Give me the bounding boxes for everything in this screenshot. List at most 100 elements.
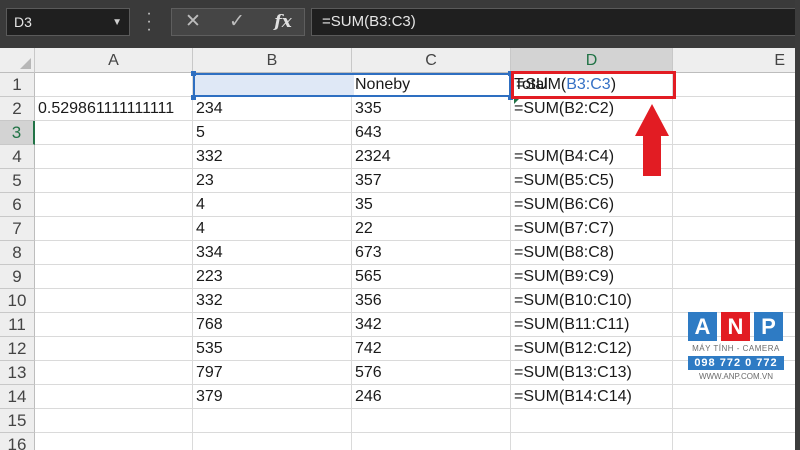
cell-b12[interactable]: 535: [193, 337, 352, 361]
cell-a14[interactable]: [35, 385, 193, 409]
cell-d12[interactable]: =SUM(B12:C12): [511, 337, 673, 361]
cell-b3[interactable]: 5: [193, 121, 352, 145]
cell-a6[interactable]: [35, 193, 193, 217]
cell-b4[interactable]: 332: [193, 145, 352, 169]
cell-b15[interactable]: [193, 409, 352, 433]
cell-a15[interactable]: [35, 409, 193, 433]
cell-a8[interactable]: [35, 241, 193, 265]
cell-c16[interactable]: [352, 433, 511, 450]
cell-c10[interactable]: 356: [352, 289, 511, 313]
more-options-icon[interactable]: · · ·: [144, 6, 154, 38]
row-header-9[interactable]: 9: [0, 265, 35, 289]
cell-e3[interactable]: [673, 121, 800, 145]
row-header-8[interactable]: 8: [0, 241, 35, 265]
row-header-10[interactable]: 10: [0, 289, 35, 313]
cell-e6[interactable]: [673, 193, 800, 217]
column-header-a[interactable]: A: [35, 48, 193, 73]
cell-a1[interactable]: [35, 73, 193, 97]
cell-d11[interactable]: =SUM(B11:C11): [511, 313, 673, 337]
formula-input[interactable]: =SUM(B3:C3): [311, 8, 800, 36]
column-header-c[interactable]: C: [352, 48, 511, 73]
cell-d10[interactable]: =SUM(B10:C10): [511, 289, 673, 313]
cell-e4[interactable]: [673, 145, 800, 169]
cell-b10[interactable]: 332: [193, 289, 352, 313]
cell-e9[interactable]: [673, 265, 800, 289]
cell-b13[interactable]: 797: [193, 361, 352, 385]
cell-c13[interactable]: 576: [352, 361, 511, 385]
row-header-3[interactable]: 3: [0, 121, 35, 145]
cell-d7[interactable]: =SUM(B7:C7): [511, 217, 673, 241]
cell-c1[interactable]: Noneby: [352, 73, 511, 97]
column-header-e[interactable]: E: [673, 48, 800, 73]
cell-e15[interactable]: [673, 409, 800, 433]
cell-c11[interactable]: 342: [352, 313, 511, 337]
cell-c5[interactable]: 357: [352, 169, 511, 193]
check-icon[interactable]: ✓: [224, 8, 250, 36]
cell-e1[interactable]: [673, 73, 800, 97]
row-header-1[interactable]: 1: [0, 73, 35, 97]
range-handle-bottom-left[interactable]: [191, 95, 196, 100]
cell-e10[interactable]: [673, 289, 800, 313]
cell-b7[interactable]: 4: [193, 217, 352, 241]
cell-a12[interactable]: [35, 337, 193, 361]
cell-b5[interactable]: 23: [193, 169, 352, 193]
cell-c4[interactable]: 2324: [352, 145, 511, 169]
cell-e7[interactable]: [673, 217, 800, 241]
select-all-button[interactable]: [0, 48, 35, 73]
row-header-5[interactable]: 5: [0, 169, 35, 193]
cell-b2[interactable]: 234: [193, 97, 352, 121]
cell-d13[interactable]: =SUM(B13:C13): [511, 361, 673, 385]
cell-c8[interactable]: 673: [352, 241, 511, 265]
cell-c3[interactable]: 643: [352, 121, 511, 145]
cell-d16[interactable]: [511, 433, 673, 450]
cell-d15[interactable]: [511, 409, 673, 433]
cell-a4[interactable]: [35, 145, 193, 169]
cell-a3[interactable]: [35, 121, 193, 145]
cell-c15[interactable]: [352, 409, 511, 433]
cell-a7[interactable]: [35, 217, 193, 241]
cell-a16[interactable]: [35, 433, 193, 450]
cell-c6[interactable]: 35: [352, 193, 511, 217]
row-header-11[interactable]: 11: [0, 313, 35, 337]
row-header-4[interactable]: 4: [0, 145, 35, 169]
chevron-down-icon[interactable]: ▼: [112, 10, 122, 36]
cell-a5[interactable]: [35, 169, 193, 193]
cell-c9[interactable]: 565: [352, 265, 511, 289]
cell-c14[interactable]: 246: [352, 385, 511, 409]
row-header-12[interactable]: 12: [0, 337, 35, 361]
row-header-15[interactable]: 15: [0, 409, 35, 433]
cell-c2[interactable]: 335: [352, 97, 511, 121]
cell-a10[interactable]: [35, 289, 193, 313]
cell-d14[interactable]: =SUM(B14:C14): [511, 385, 673, 409]
cell-b11[interactable]: 768: [193, 313, 352, 337]
cell-c7[interactable]: 22: [352, 217, 511, 241]
cell-e16[interactable]: [673, 433, 800, 450]
close-icon[interactable]: ✕: [180, 8, 206, 36]
cell-e8[interactable]: [673, 241, 800, 265]
cell-c12[interactable]: 742: [352, 337, 511, 361]
row-header-7[interactable]: 7: [0, 217, 35, 241]
cell-d9[interactable]: =SUM(B9:C9): [511, 265, 673, 289]
insert-function-button[interactable]: fx: [270, 8, 296, 36]
row-header-14[interactable]: 14: [0, 385, 35, 409]
row-header-13[interactable]: 13: [0, 361, 35, 385]
cell-a2[interactable]: 0.529861111111111: [35, 97, 193, 121]
cell-b14[interactable]: 379: [193, 385, 352, 409]
cell-b9[interactable]: 223: [193, 265, 352, 289]
cell-d6[interactable]: =SUM(B6:C6): [511, 193, 673, 217]
row-header-16[interactable]: 16: [0, 433, 35, 450]
cell-d8[interactable]: =SUM(B8:C8): [511, 241, 673, 265]
cell-e2[interactable]: [673, 97, 800, 121]
cell-b6[interactable]: 4: [193, 193, 352, 217]
cell-a9[interactable]: [35, 265, 193, 289]
cell-e5[interactable]: [673, 169, 800, 193]
active-cell-content[interactable]: =SUM(B3:C3): [516, 73, 616, 97]
range-handle-top-left[interactable]: [191, 71, 196, 76]
cell-b16[interactable]: [193, 433, 352, 450]
name-box[interactable]: D3 ▼: [6, 8, 130, 36]
row-header-6[interactable]: 6: [0, 193, 35, 217]
cell-a11[interactable]: [35, 313, 193, 337]
column-header-d[interactable]: D: [511, 48, 673, 73]
cell-a13[interactable]: [35, 361, 193, 385]
row-header-2[interactable]: 2: [0, 97, 35, 121]
